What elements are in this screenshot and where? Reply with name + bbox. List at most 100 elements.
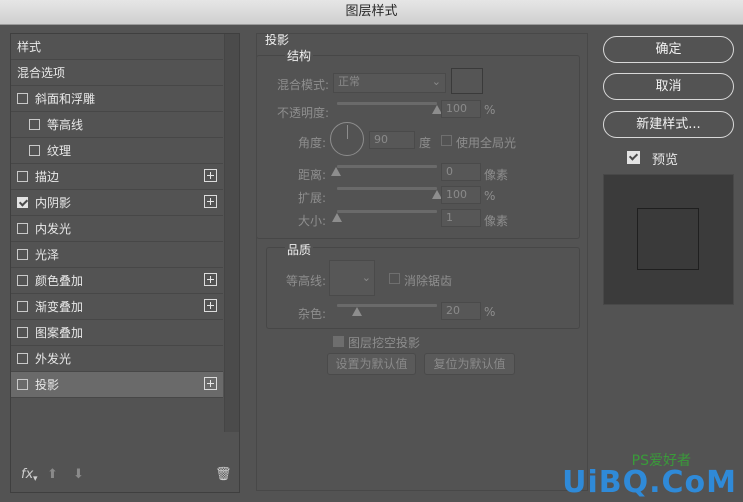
style-list-label: 外发光	[35, 352, 72, 366]
style-checkbox[interactable]	[17, 93, 28, 104]
anti-alias-checkbox[interactable]	[389, 273, 400, 284]
style-checkbox[interactable]	[17, 223, 28, 234]
style-checkbox[interactable]	[29, 145, 40, 156]
style-list-label: 等高线	[47, 118, 84, 132]
noise-label: 杂色:	[298, 307, 327, 321]
style-list-scrollbar[interactable]	[224, 34, 239, 432]
spread-percent: %	[484, 189, 496, 203]
style-list-item[interactable]: 等高线	[11, 112, 223, 138]
knockout-checkbox[interactable]	[333, 336, 344, 347]
chevron-down-icon: ⌄	[431, 75, 441, 88]
cancel-button[interactable]: 取消	[603, 73, 734, 100]
style-checkbox[interactable]	[29, 119, 40, 130]
quality-title: 品质	[285, 241, 314, 258]
move-down-icon[interactable]: ⬇	[73, 467, 84, 482]
style-list-label: 颜色叠加	[35, 274, 84, 288]
style-list-item[interactable]: 外发光	[11, 346, 223, 372]
style-list-label: 图案叠加	[35, 326, 84, 340]
opacity-input[interactable]: 100	[441, 100, 481, 118]
style-list-item[interactable]: 纹理	[11, 138, 223, 164]
add-effect-icon[interactable]	[204, 377, 217, 390]
style-list-label: 渐变叠加	[35, 300, 84, 314]
style-checkbox[interactable]	[17, 301, 28, 312]
angle-unit: 度	[419, 136, 432, 150]
blend-mode-select[interactable]: 正常 ⌄	[333, 73, 446, 93]
size-input[interactable]: 1	[441, 209, 481, 227]
style-list-item[interactable]: 斜面和浮雕	[11, 86, 223, 112]
style-list-item[interactable]: 图案叠加	[11, 320, 223, 346]
angle-dial-needle	[347, 125, 348, 139]
distance-slider-knob[interactable]	[331, 167, 341, 176]
blend-mode-label: 混合模式:	[277, 78, 330, 92]
style-list-toolbar: fx ▾ ⬆ ⬇ 🗑	[11, 460, 239, 492]
style-list-item[interactable]: 样式	[11, 34, 223, 60]
style-list-label: 描边	[35, 170, 60, 184]
spread-label: 扩展:	[298, 191, 327, 205]
section-title: 投影	[265, 33, 290, 47]
angle-label: 角度:	[298, 136, 327, 150]
knockout-label: 图层挖空投影	[348, 336, 421, 350]
add-effect-icon[interactable]	[204, 273, 217, 286]
global-light-checkbox[interactable]	[441, 135, 452, 146]
size-label: 大小:	[298, 214, 327, 228]
trash-icon[interactable]: 🗑	[215, 467, 232, 482]
style-checkbox[interactable]	[17, 171, 28, 182]
style-list-item[interactable]: 描边	[11, 164, 223, 190]
style-list-label: 光泽	[35, 248, 60, 262]
style-preview	[603, 174, 734, 305]
style-list-label: 纹理	[47, 144, 72, 158]
distance-unit: 像素	[484, 168, 509, 182]
ok-button[interactable]: 确定	[603, 36, 734, 63]
reset-default-button[interactable]: 复位为默认值	[424, 353, 515, 375]
add-effect-icon[interactable]	[204, 195, 217, 208]
style-list-item[interactable]: 内发光	[11, 216, 223, 242]
style-checkbox[interactable]	[17, 327, 28, 338]
size-unit: 像素	[484, 214, 509, 228]
style-list-item[interactable]: 渐变叠加	[11, 294, 223, 320]
contour-picker[interactable]: ⌄	[329, 260, 375, 296]
opacity-percent: %	[484, 103, 496, 117]
spread-input[interactable]: 100	[441, 186, 481, 204]
move-up-icon[interactable]: ⬆	[47, 467, 58, 482]
size-slider-knob[interactable]	[332, 213, 342, 222]
add-effect-icon[interactable]	[204, 299, 217, 312]
add-effect-icon[interactable]	[204, 169, 217, 182]
anti-alias-label: 消除锯齿	[404, 274, 453, 288]
style-checkbox[interactable]	[17, 353, 28, 364]
style-checkbox[interactable]	[17, 275, 28, 286]
style-list-item[interactable]: 混合选项	[11, 60, 223, 86]
make-default-button[interactable]: 设置为默认值	[327, 353, 416, 375]
size-slider-track[interactable]	[337, 210, 437, 213]
style-list-item[interactable]: 颜色叠加	[11, 268, 223, 294]
watermark-logo: UiBQ.CoM	[562, 465, 737, 500]
distance-input[interactable]: 0	[441, 163, 481, 181]
style-checkbox[interactable]	[17, 249, 28, 260]
noise-input[interactable]: 20	[441, 302, 481, 320]
style-list-item[interactable]: 投影	[11, 372, 223, 398]
angle-input[interactable]: 90	[369, 131, 415, 149]
style-list-label: 投影	[35, 378, 60, 392]
contour-label: 等高线:	[286, 274, 327, 288]
style-list-item[interactable]: 内阴影	[11, 190, 223, 216]
angle-dial[interactable]	[330, 122, 364, 156]
style-checkbox[interactable]	[17, 379, 28, 390]
preview-checkbox[interactable]	[627, 151, 640, 164]
chevron-down-icon: ⌄	[361, 271, 371, 284]
noise-slider-knob[interactable]	[352, 307, 362, 316]
style-list-label: 混合选项	[17, 66, 66, 80]
distance-slider-track[interactable]	[337, 165, 437, 168]
new-style-button[interactable]: 新建样式...	[603, 111, 734, 138]
opacity-slider-track[interactable]	[337, 102, 437, 105]
style-list-item[interactable]: 光泽	[11, 242, 223, 268]
structure-title: 结构	[285, 47, 314, 64]
style-list-label: 内阴影	[35, 196, 72, 210]
style-list-label: 内发光	[35, 222, 72, 236]
spread-slider-track[interactable]	[337, 187, 437, 190]
style-list-label: 斜面和浮雕	[35, 92, 96, 106]
style-checkbox[interactable]	[17, 197, 28, 208]
shadow-color-swatch[interactable]	[451, 68, 483, 94]
style-list-panel: 样式混合选项斜面和浮雕等高线纹理描边内阴影内发光光泽颜色叠加渐变叠加图案叠加外发…	[10, 33, 240, 493]
noise-percent: %	[484, 305, 496, 319]
fx-dropdown-icon[interactable]: ▾	[33, 474, 38, 484]
fx-button[interactable]: fx	[21, 467, 33, 482]
